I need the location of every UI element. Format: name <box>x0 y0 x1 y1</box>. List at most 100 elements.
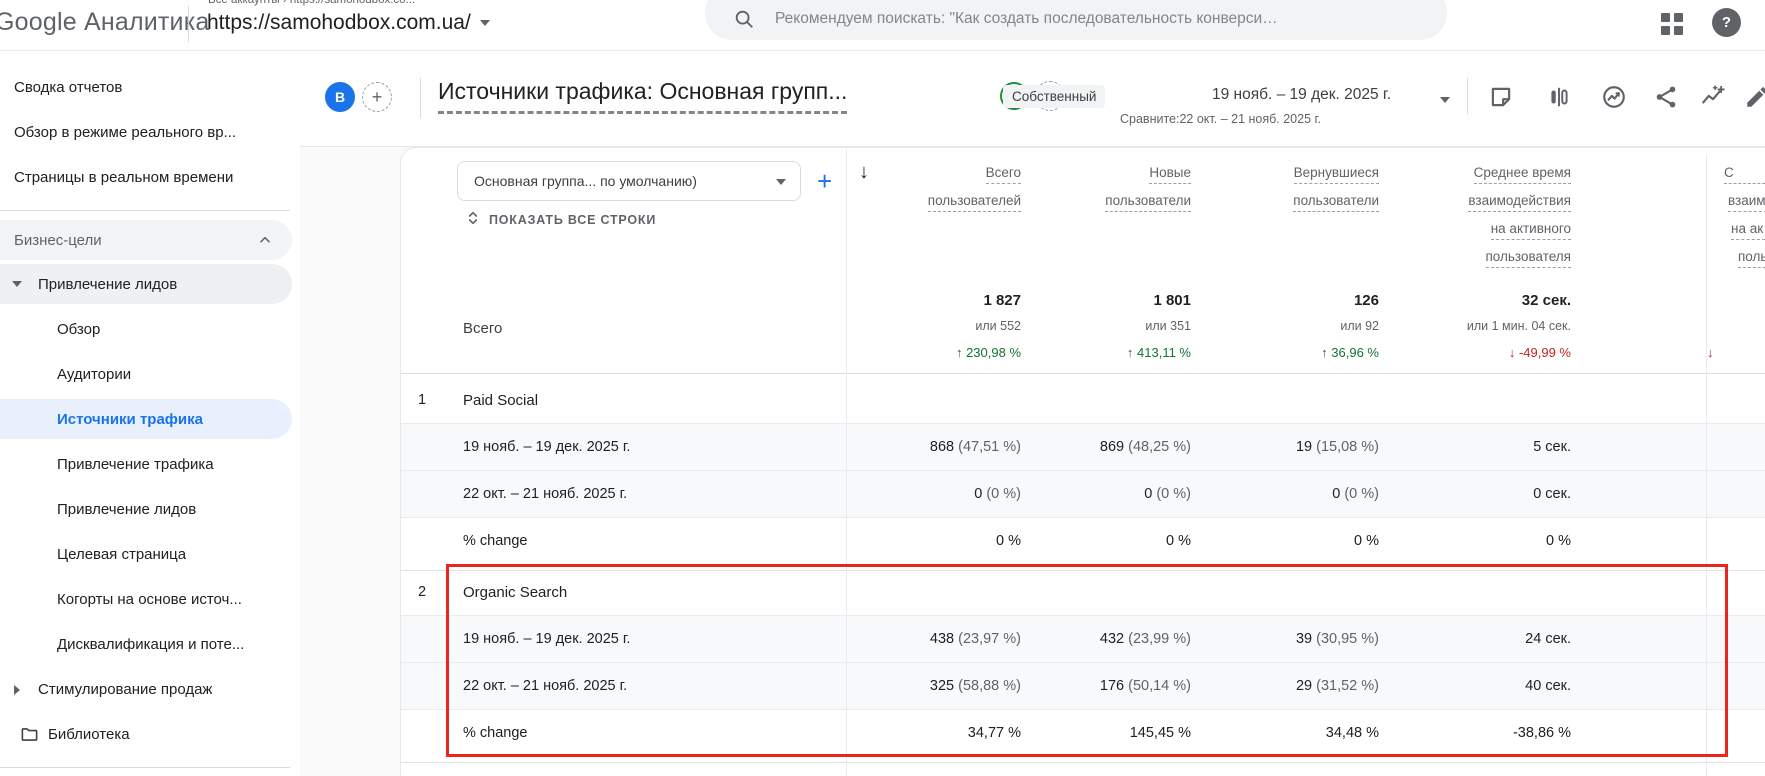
group-separator <box>401 564 1765 571</box>
totals-value: 126 <box>1353 292 1379 309</box>
sidebar-item-страницы-в-реальном-времени[interactable]: Страницы в реальном времени <box>0 155 292 200</box>
channel-row-direct: 3Direct <box>401 763 1765 776</box>
sparkline-insights-icon[interactable] <box>1700 84 1726 110</box>
channel-name: Organic Search <box>463 584 568 601</box>
cell-value: 438 (23,97 %) <box>929 631 1021 647</box>
totals-value: 1 827 <box>983 292 1021 309</box>
sidebar-item-label: Привлечение лидов <box>38 275 178 293</box>
dimension-dropdown-label: Основная группа... по умолчанию) <box>474 173 697 189</box>
edit-pencil-icon[interactable] <box>1744 84 1765 110</box>
totals-bottom-line <box>401 373 1765 374</box>
search-bar[interactable]: Рекомендуем поискать: "Как создать после… <box>705 0 1447 40</box>
apps-grid-icon[interactable] <box>1661 13 1683 35</box>
cell-value: 19 (15,08 %) <box>1295 439 1379 455</box>
change-row: % change 0 % 0 % 0 % 0 % <box>401 518 1765 564</box>
period-label: 22 окт. – 21 нояб. 2025 г. <box>463 486 628 502</box>
period-row: 22 окт. – 21 нояб. 2025 г. 325 (58,88 %) 1… <box>401 663 1765 710</box>
show-all-rows-button[interactable]: ПОКАЗАТЬ ВСЕ СТРОКИ <box>465 210 656 229</box>
sidebar-item-бизнес-цели[interactable]: Бизнес-цели <box>0 220 292 260</box>
totals-alt-value: или 92 <box>1340 319 1379 333</box>
sidebar-divider <box>0 767 290 768</box>
sidebar-item-библиотека[interactable]: Библиотека <box>0 712 292 757</box>
change-label: % change <box>463 725 528 741</box>
totals-label: Всего <box>463 320 503 337</box>
collapse-arrow-icon <box>12 281 22 287</box>
account-label: https://samohodbox.com.ua/ <box>207 11 471 34</box>
sidebar-item-label: Сводка отчетов <box>14 79 123 96</box>
avatar[interactable]: B <box>325 82 355 112</box>
cell-value: 145,45 % <box>1129 725 1191 741</box>
sidebar-item-стимулирование-продаж[interactable]: Стимулирование продаж <box>0 667 292 712</box>
account-switcher[interactable]: https://samohodbox.com.ua/ <box>207 11 490 35</box>
ga-analytics-screen: Google Аналитика Все аккаунты › https://… <box>0 0 1765 776</box>
change-label: % change <box>463 533 528 549</box>
compare-range: Сравните:22 окт. – 21 нояб. 2025 г. <box>1120 112 1322 126</box>
cell-value: 0 (0 %) <box>974 486 1021 502</box>
totals-alt-value: или 1 мин. 04 сек. <box>1466 319 1571 333</box>
folder-icon <box>20 725 39 748</box>
row-index: 1 <box>418 392 427 408</box>
sidebar-item-label: Привлечение лидов <box>57 501 197 518</box>
report-title[interactable]: Источники трафика: Основная групп... <box>438 78 848 114</box>
comparison-bars-icon[interactable] <box>1546 84 1572 110</box>
sidebar-item-привлечение-лидов[interactable]: Привлечение лидов <box>0 487 292 532</box>
sidebar-item-label: Бизнес-цели <box>14 231 102 249</box>
chevron-down-icon <box>479 20 490 26</box>
sidebar-item-когорты-на-основе-источ[interactable]: Когорты на основе источ... <box>0 577 292 622</box>
sidebar-item-label: Страницы в реальном времени <box>14 169 234 186</box>
header-divider <box>420 78 421 118</box>
sidebar-item-обзор-в-режиме-реального-вр[interactable]: Обзор в режиме реального вр... <box>0 110 292 155</box>
sort-descending-icon[interactable]: ↓ <box>859 161 869 184</box>
cell-value: 176 (50,14 %) <box>1099 678 1191 694</box>
insights-circle-icon[interactable] <box>1601 84 1627 110</box>
channel-name: Paid Social <box>463 392 539 409</box>
cell-value: 34,77 % <box>967 725 1021 741</box>
cell-value: 0 % <box>1546 533 1571 549</box>
column-header-среднее-время-взаимодействия-на-активного-пользователя[interactable]: Среднее время взаимодействия на активного п… <box>1468 164 1571 276</box>
period-label: 22 окт. – 21 нояб. 2025 г. <box>463 678 628 694</box>
totals-partial-change: ↓ <box>1707 345 1714 360</box>
cell-value: 0 сек. <box>1533 486 1571 502</box>
period-label: 19 нояб. – 19 дек. 2025 г. <box>463 439 631 455</box>
column-header-всего-пользователей[interactable]: Всего пользователей <box>927 164 1021 220</box>
share-icon[interactable] <box>1653 84 1679 110</box>
cell-value: 0 (0 %) <box>1332 486 1379 502</box>
ga-logo: Google Аналитика <box>0 8 210 36</box>
date-caret-icon <box>1440 97 1450 103</box>
totals-change: ↑ 36,96 % <box>1321 345 1379 360</box>
note-icon[interactable] <box>1488 84 1514 110</box>
cell-value: 0 % <box>1354 533 1379 549</box>
sidebar-item-обзор[interactable]: Обзор <box>0 307 292 352</box>
totals-change: ↑ 413,11 % <box>1126 345 1191 360</box>
column-header-partial[interactable]: Свзаимодена акпольз <box>1724 164 1765 276</box>
sidebar-item-label: Когорты на основе источ... <box>57 591 242 608</box>
add-comparison-button[interactable]: + <box>362 82 392 112</box>
ownership-badge: Собственный <box>1003 85 1106 108</box>
cell-value: 29 (31,52 %) <box>1295 678 1379 694</box>
sidebar-item-источники-трафика[interactable]: Источники трафика <box>0 399 292 439</box>
date-range-selector[interactable]: 19 нояб. – 19 дек. 2025 г. <box>1212 86 1391 104</box>
cell-value: 869 (48,25 %) <box>1099 439 1191 455</box>
sidebar-item-целевая-страница[interactable]: Целевая страница <box>0 532 292 577</box>
column-header-вернувшиеся-пользователи[interactable]: Вернувшиеся пользователи <box>1293 164 1379 220</box>
totals-value: 1 801 <box>1153 292 1191 309</box>
sidebar-item-привлечение-лидов[interactable]: Привлечение лидов <box>0 264 292 304</box>
table-rows: 1 Paid Social 19 нояб. – 19 дек. 2025 г. 86… <box>401 379 1765 776</box>
sidebar-item-аудитории[interactable]: Аудитории <box>0 352 292 397</box>
sidebar-item-сводка-отчетов[interactable]: Сводка отчетов <box>0 65 292 110</box>
report-table-card: Основная группа... по умолчанию) + ПОКАЗ… <box>400 147 1765 776</box>
cell-value: 34,48 % <box>1325 725 1379 741</box>
sidebar-item-дисквалификация-и-поте[interactable]: Дисквалификация и поте... <box>0 622 292 667</box>
dimension-dropdown[interactable]: Основная группа... по умолчанию) <box>457 161 801 201</box>
chevron-up-icon <box>258 233 272 251</box>
column-header-новые-пользователи[interactable]: Новые пользователи <box>1105 164 1191 220</box>
search-icon <box>733 8 755 35</box>
sidebar-item-label: Источники трафика <box>57 410 203 428</box>
add-dimension-button[interactable]: + <box>817 166 832 197</box>
cell-value: 0 % <box>996 533 1021 549</box>
cell-value: 40 сек. <box>1525 678 1571 694</box>
sidebar-item-привлечение-трафика[interactable]: Привлечение трафика <box>0 442 292 487</box>
totals-alt-value: или 351 <box>1145 319 1191 333</box>
help-icon[interactable]: ? <box>1712 8 1741 37</box>
period-label: 19 нояб. – 19 дек. 2025 г. <box>463 631 631 647</box>
